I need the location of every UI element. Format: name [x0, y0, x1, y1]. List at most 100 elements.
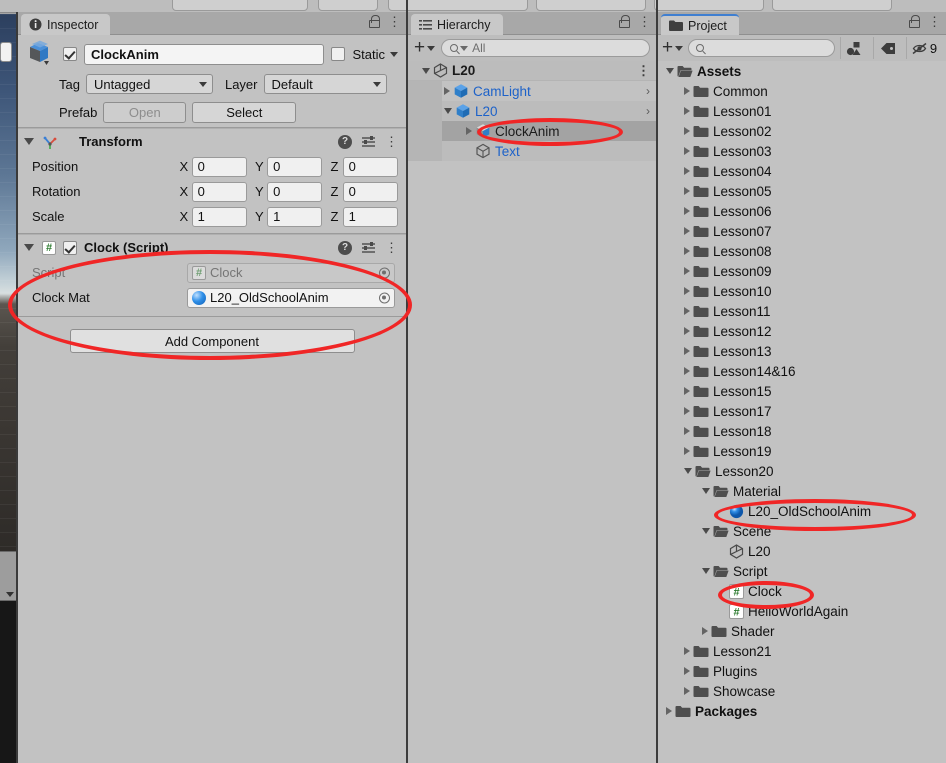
lock-icon[interactable]: [368, 15, 380, 28]
object-picker-icon[interactable]: [379, 292, 390, 303]
project-row-lesson19[interactable]: Lesson19: [658, 441, 946, 461]
toolbar-button-6[interactable]: [772, 0, 892, 11]
toolbar-button-2[interactable]: [318, 0, 378, 11]
transform-position-x-input[interactable]: 0: [191, 156, 247, 177]
transform-rotation-y-input[interactable]: 0: [267, 181, 323, 202]
tag-icon[interactable]: [873, 37, 901, 59]
transform-component-header[interactable]: Transform ? ⋮: [18, 128, 406, 154]
project-row-lesson04[interactable]: Lesson04: [658, 161, 946, 181]
project-row-lesson14-16[interactable]: Lesson14&16: [658, 361, 946, 381]
project-row-common[interactable]: Common: [658, 81, 946, 101]
project-row-lesson09[interactable]: Lesson09: [658, 261, 946, 281]
twisty-collapsed-icon[interactable]: [684, 347, 690, 355]
twisty-collapsed-icon[interactable]: [684, 167, 690, 175]
twisty-collapsed-icon[interactable]: [684, 247, 690, 255]
project-row-lesson10[interactable]: Lesson10: [658, 281, 946, 301]
prefab-select-button[interactable]: Select: [192, 101, 297, 123]
project-row-lesson05[interactable]: Lesson05: [658, 181, 946, 201]
project-row-helloworldagain[interactable]: # HelloWorldAgain: [658, 601, 946, 621]
hierarchy-row-camlight[interactable]: CamLight ›: [408, 81, 656, 101]
transform-rotation-x-input[interactable]: 0: [191, 181, 247, 202]
transform-scale-z-input[interactable]: 1: [342, 206, 398, 227]
tab-hierarchy[interactable]: Hierarchy: [411, 14, 503, 35]
project-row-l20[interactable]: L20: [658, 541, 946, 561]
kebab-menu-icon[interactable]: ⋮: [638, 15, 651, 28]
kebab-menu-icon[interactable]: ⋮: [385, 135, 398, 148]
project-row-lesson17[interactable]: Lesson17: [658, 401, 946, 421]
twisty-collapsed-icon[interactable]: [684, 687, 690, 695]
toolbar-button-5[interactable]: [654, 0, 764, 11]
prefab-open-button[interactable]: Open: [103, 101, 187, 123]
project-search-input[interactable]: [688, 39, 835, 57]
prefab-open-chevron-icon[interactable]: ›: [646, 104, 650, 118]
toolbar-button-1[interactable]: [172, 0, 308, 11]
preset-icon[interactable]: [361, 241, 376, 254]
transform-scale-y-input[interactable]: 1: [267, 206, 323, 227]
project-row-material[interactable]: Material: [658, 481, 946, 501]
kebab-menu-icon[interactable]: ⋮: [928, 15, 941, 28]
twisty-collapsed-icon[interactable]: [684, 287, 690, 295]
project-row-lesson18[interactable]: Lesson18: [658, 421, 946, 441]
hierarchy-search-input[interactable]: All: [441, 39, 650, 57]
project-row-lesson15[interactable]: Lesson15: [658, 381, 946, 401]
toolbar-button-3[interactable]: [388, 0, 528, 11]
prefab-open-chevron-icon[interactable]: ›: [646, 84, 650, 98]
twisty-collapsed-icon[interactable]: [684, 647, 690, 655]
static-checkbox[interactable]: [331, 47, 346, 61]
project-row-lesson20[interactable]: Lesson20: [658, 461, 946, 481]
twisty-collapsed-icon[interactable]: [684, 407, 690, 415]
project-row-plugins[interactable]: Plugins: [658, 661, 946, 681]
kebab-menu-icon[interactable]: ⋮: [637, 64, 650, 77]
twisty-collapsed-icon[interactable]: [684, 447, 690, 455]
twisty-collapsed-icon[interactable]: [702, 627, 708, 635]
twisty-collapsed-icon[interactable]: [684, 367, 690, 375]
twisty-collapsed-icon[interactable]: [684, 187, 690, 195]
prefab-cube-icon[interactable]: [26, 40, 56, 68]
preset-icon[interactable]: [361, 135, 376, 148]
help-icon[interactable]: ?: [338, 134, 352, 149]
panel-splitter-left[interactable]: [406, 0, 408, 763]
project-row-scene[interactable]: Scene: [658, 521, 946, 541]
project-row-lesson21[interactable]: Lesson21: [658, 641, 946, 661]
panel-splitter-right[interactable]: [656, 0, 658, 763]
project-row-lesson11[interactable]: Lesson11: [658, 301, 946, 321]
clock-script-enabled-checkbox[interactable]: [63, 240, 77, 255]
twisty-collapsed-icon[interactable]: [684, 267, 690, 275]
project-row-lesson01[interactable]: Lesson01: [658, 101, 946, 121]
toolbar-button-4[interactable]: [536, 0, 646, 11]
twisty-collapsed-icon[interactable]: [684, 87, 690, 95]
foldout-triangle-icon[interactable]: [24, 138, 34, 145]
transform-position-z-input[interactable]: 0: [342, 156, 398, 177]
twisty-expanded-icon[interactable]: [666, 68, 674, 74]
static-dropdown[interactable]: Static: [352, 47, 398, 62]
project-row-lesson13[interactable]: Lesson13: [658, 341, 946, 361]
add-component-button[interactable]: Add Component: [69, 329, 355, 353]
twisty-collapsed-icon[interactable]: [666, 707, 672, 715]
project-row-lesson12[interactable]: Lesson12: [658, 321, 946, 341]
twisty-expanded-icon[interactable]: [702, 528, 710, 534]
scene-view-sliver[interactable]: [0, 14, 16, 551]
kebab-menu-icon[interactable]: ⋮: [388, 15, 401, 28]
twisty-collapsed-icon[interactable]: [684, 427, 690, 435]
project-row-lesson07[interactable]: Lesson07: [658, 221, 946, 241]
twisty-collapsed-icon[interactable]: [444, 87, 450, 95]
hierarchy-row-text[interactable]: Text: [408, 141, 656, 161]
twisty-expanded-icon[interactable]: [702, 568, 710, 574]
twisty-collapsed-icon[interactable]: [684, 387, 690, 395]
project-row-clock[interactable]: # Clock: [658, 581, 946, 601]
twisty-expanded-icon[interactable]: [444, 108, 452, 114]
project-row-l20-oldschoolanim[interactable]: L20_OldSchoolAnim: [658, 501, 946, 521]
create-gameobject-button[interactable]: +: [414, 38, 436, 57]
project-row-lesson02[interactable]: Lesson02: [658, 121, 946, 141]
twisty-collapsed-icon[interactable]: [684, 327, 690, 335]
help-icon[interactable]: ?: [338, 240, 352, 255]
project-row-lesson06[interactable]: Lesson06: [658, 201, 946, 221]
project-row-lesson03[interactable]: Lesson03: [658, 141, 946, 161]
twisty-expanded-icon[interactable]: [684, 468, 692, 474]
project-row-assets[interactable]: Assets: [658, 61, 946, 81]
lock-icon[interactable]: [908, 15, 920, 28]
clock-script-component-header[interactable]: # Clock (Script) ? ⋮: [18, 234, 406, 260]
hierarchy-row-clockanim[interactable]: ClockAnim: [408, 121, 656, 141]
twisty-collapsed-icon[interactable]: [684, 147, 690, 155]
hierarchy-row-l20[interactable]: L20 ›: [408, 101, 656, 121]
